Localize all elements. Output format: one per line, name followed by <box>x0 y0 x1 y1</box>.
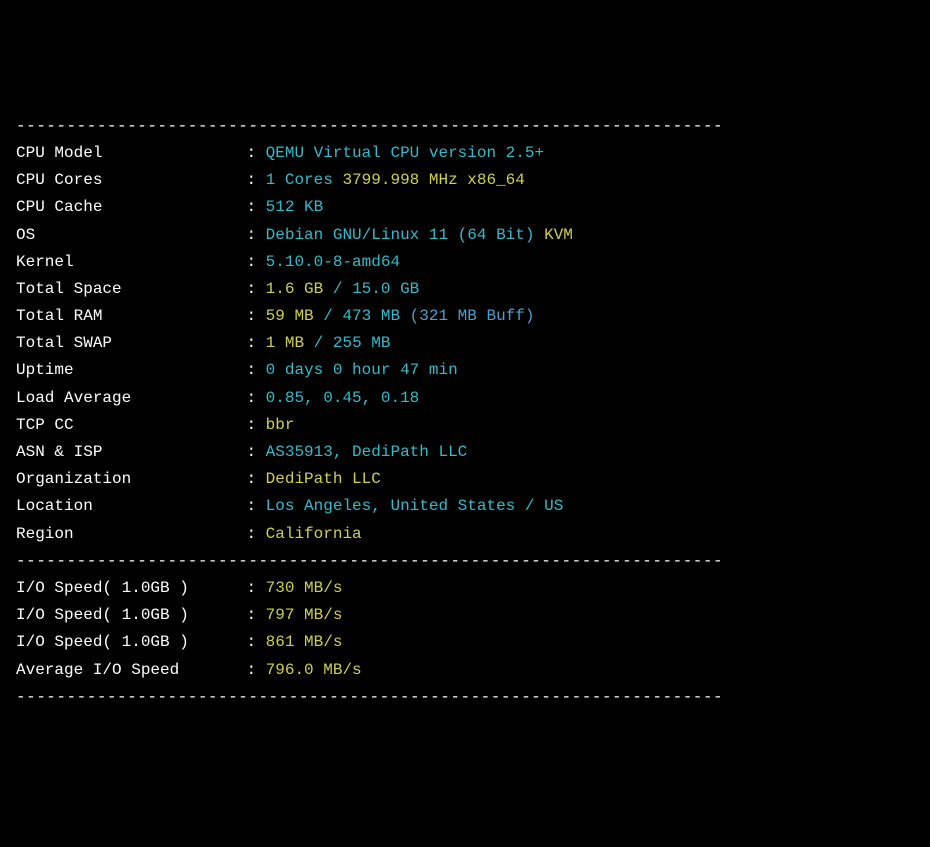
info-value-0: bbr <box>266 416 295 434</box>
io-label: I/O Speed( 1.0GB ) <box>16 629 246 656</box>
io-value-0: 861 MB/s <box>266 633 343 651</box>
info-value-0: 1.6 GB <box>266 280 333 298</box>
info-label: CPU Cache <box>16 194 246 221</box>
info-row: ASN & ISP : AS35913, DediPath LLC <box>16 439 914 466</box>
colon: : <box>246 493 265 520</box>
io-label: I/O Speed( 1.0GB ) <box>16 575 246 602</box>
colon: : <box>246 385 265 412</box>
info-value-0: DediPath LLC <box>266 470 381 488</box>
io-label: I/O Speed( 1.0GB ) <box>16 602 246 629</box>
info-value-0: Los Angeles, United States / US <box>266 497 564 515</box>
colon: : <box>246 194 265 221</box>
info-value-0: QEMU Virtual CPU version 2.5+ <box>266 144 544 162</box>
io-label: Average I/O Speed <box>16 657 246 684</box>
info-row: CPU Cores : 1 Cores 3799.998 MHz x86_64 <box>16 167 914 194</box>
info-label: OS <box>16 222 246 249</box>
divider: ----------------------------------------… <box>16 684 914 711</box>
info-row: Region : California <box>16 521 914 548</box>
info-value-0: 59 MB <box>266 307 324 325</box>
terminal-output: ----------------------------------------… <box>16 113 914 711</box>
io-row: I/O Speed( 1.0GB ) : 730 MB/s <box>16 575 914 602</box>
io-value-0: 730 MB/s <box>266 579 343 597</box>
io-row: Average I/O Speed : 796.0 MB/s <box>16 657 914 684</box>
info-label: Load Average <box>16 385 246 412</box>
io-value-0: 797 MB/s <box>266 606 343 624</box>
info-label: Organization <box>16 466 246 493</box>
info-value-1: 3799.998 MHz x86_64 <box>342 171 524 189</box>
info-value-1: KVM <box>544 226 573 244</box>
colon: : <box>246 357 265 384</box>
info-label: Region <box>16 521 246 548</box>
info-value-0: 1 Cores <box>266 171 343 189</box>
info-value-1: / 255 MB <box>314 334 391 352</box>
io-value-0: 796.0 MB/s <box>266 661 362 679</box>
colon: : <box>246 629 265 656</box>
info-label: TCP CC <box>16 412 246 439</box>
info-value-1: / 473 MB <box>323 307 409 325</box>
info-row: Total SWAP : 1 MB / 255 MB <box>16 330 914 357</box>
info-row: Location : Los Angeles, United States / … <box>16 493 914 520</box>
info-value-2: (321 MB Buff) <box>410 307 535 325</box>
colon: : <box>246 412 265 439</box>
info-row: Kernel : 5.10.0-8-amd64 <box>16 249 914 276</box>
colon: : <box>246 167 265 194</box>
info-row: Total Space : 1.6 GB / 15.0 GB <box>16 276 914 303</box>
info-label: Total RAM <box>16 303 246 330</box>
info-row: Load Average : 0.85, 0.45, 0.18 <box>16 385 914 412</box>
info-label: Total SWAP <box>16 330 246 357</box>
info-row: CPU Model : QEMU Virtual CPU version 2.5… <box>16 140 914 167</box>
info-value-0: AS35913, DediPath LLC <box>266 443 468 461</box>
colon: : <box>246 439 265 466</box>
info-value-0: 0.85, 0.45, 0.18 <box>266 389 420 407</box>
divider: ----------------------------------------… <box>16 113 914 140</box>
info-label: ASN & ISP <box>16 439 246 466</box>
info-label: Location <box>16 493 246 520</box>
info-value-0: Debian GNU/Linux 11 (64 Bit) <box>266 226 544 244</box>
colon: : <box>246 303 265 330</box>
info-label: Total Space <box>16 276 246 303</box>
info-label: Kernel <box>16 249 246 276</box>
info-value-0: 512 KB <box>266 198 324 216</box>
colon: : <box>246 602 265 629</box>
colon: : <box>246 276 265 303</box>
colon: : <box>246 222 265 249</box>
divider: ----------------------------------------… <box>16 548 914 575</box>
info-row: CPU Cache : 512 KB <box>16 194 914 221</box>
colon: : <box>246 521 265 548</box>
info-row: Total RAM : 59 MB / 473 MB (321 MB Buff) <box>16 303 914 330</box>
info-row: OS : Debian GNU/Linux 11 (64 Bit) KVM <box>16 222 914 249</box>
io-row: I/O Speed( 1.0GB ) : 861 MB/s <box>16 629 914 656</box>
colon: : <box>246 140 265 167</box>
info-label: Uptime <box>16 357 246 384</box>
info-row: Organization : DediPath LLC <box>16 466 914 493</box>
io-row: I/O Speed( 1.0GB ) : 797 MB/s <box>16 602 914 629</box>
colon: : <box>246 249 265 276</box>
info-value-0: 5.10.0-8-amd64 <box>266 253 400 271</box>
info-value-1: / 15.0 GB <box>333 280 419 298</box>
colon: : <box>246 466 265 493</box>
colon: : <box>246 657 265 684</box>
info-value-0: 1 MB <box>266 334 314 352</box>
info-row: TCP CC : bbr <box>16 412 914 439</box>
info-value-0: 0 days 0 hour 47 min <box>266 361 458 379</box>
info-row: Uptime : 0 days 0 hour 47 min <box>16 357 914 384</box>
colon: : <box>246 330 265 357</box>
info-value-0: California <box>266 525 362 543</box>
colon: : <box>246 575 265 602</box>
info-label: CPU Cores <box>16 167 246 194</box>
info-label: CPU Model <box>16 140 246 167</box>
